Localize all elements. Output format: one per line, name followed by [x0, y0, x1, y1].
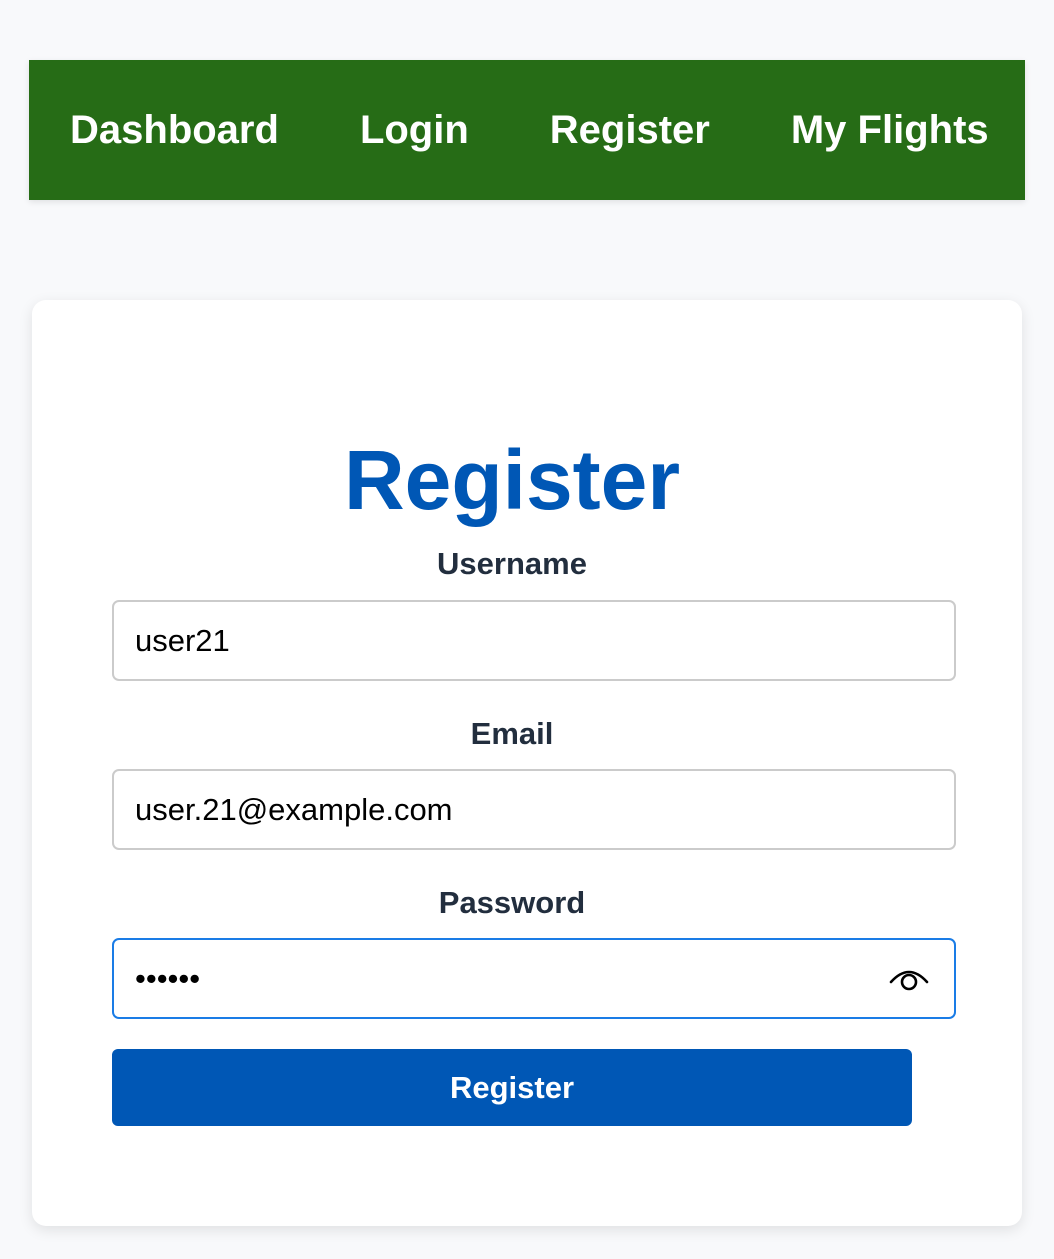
- username-input[interactable]: user21: [112, 600, 956, 681]
- nav-link-dashboard[interactable]: Dashboard: [70, 108, 279, 153]
- email-label: Email: [470, 716, 554, 751]
- password-label: Password: [438, 885, 586, 920]
- top-navbar: Dashboard Login Register My Flights: [29, 60, 1025, 200]
- password-input[interactable]: ••••••: [112, 938, 956, 1019]
- nav-link-my-flights[interactable]: My Flights: [791, 108, 989, 153]
- email-value: user.21@example.com: [135, 791, 453, 827]
- username-value: user21: [135, 622, 230, 658]
- password-value: ••••••: [135, 960, 201, 996]
- username-label: Username: [437, 546, 587, 581]
- nav-link-register[interactable]: Register: [550, 108, 710, 153]
- nav-link-login[interactable]: Login: [360, 108, 469, 153]
- email-input[interactable]: user.21@example.com: [112, 769, 956, 850]
- eye-icon[interactable]: [888, 964, 930, 994]
- register-card: Register Username user21 Email user.21@e…: [32, 300, 1022, 1226]
- register-button[interactable]: Register: [112, 1049, 912, 1126]
- page-title: Register: [343, 433, 681, 527]
